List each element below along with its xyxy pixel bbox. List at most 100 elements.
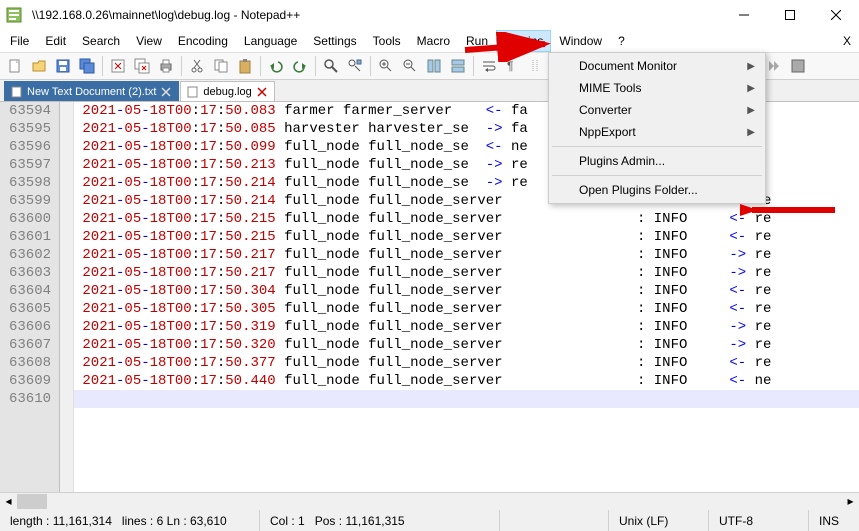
- save-all-icon[interactable]: [76, 55, 98, 77]
- log-line: [74, 390, 859, 408]
- status-ins[interactable]: INS: [809, 510, 859, 531]
- svg-text:¶: ¶: [507, 59, 513, 73]
- line-number: 63594: [0, 102, 51, 120]
- menu-view[interactable]: View: [128, 30, 170, 52]
- line-number: 63608: [0, 354, 51, 372]
- close-all-icon[interactable]: [131, 55, 153, 77]
- tab-close-icon[interactable]: [256, 86, 268, 98]
- replace-icon[interactable]: [344, 55, 366, 77]
- menu-mime-tools[interactable]: MIME Tools▶: [551, 77, 763, 99]
- play-multi-icon[interactable]: [763, 55, 785, 77]
- close-file-icon[interactable]: [107, 55, 129, 77]
- log-line: 2021-05-18T00:17:50.215 full_node full_n…: [74, 210, 859, 228]
- line-number: 63604: [0, 282, 51, 300]
- log-line: 2021-05-18T00:17:50.377 full_node full_n…: [74, 354, 859, 372]
- plugins-dropdown: Document Monitor▶MIME Tools▶Converter▶Np…: [548, 52, 766, 204]
- log-line: 2021-05-18T00:17:50.305 full_node full_n…: [74, 300, 859, 318]
- log-line: 2021-05-18T00:17:50.217 full_node full_n…: [74, 264, 859, 282]
- redo-icon[interactable]: [289, 55, 311, 77]
- menu-file[interactable]: File: [2, 30, 37, 52]
- line-number: 63603: [0, 264, 51, 282]
- save-icon[interactable]: [52, 55, 74, 77]
- tab-new-text-document-2-txt[interactable]: New Text Document (2).txt: [4, 81, 179, 101]
- status-eol[interactable]: Unix (LF): [609, 510, 709, 531]
- log-line: 2021-05-18T00:17:50.319 full_node full_n…: [74, 318, 859, 336]
- status-pos: Col : 1 Pos : 11,161,315: [260, 510, 500, 531]
- menu-search[interactable]: Search: [74, 30, 128, 52]
- menu-run[interactable]: Run: [458, 30, 496, 52]
- log-line: 2021-05-18T00:17:50.320 full_node full_n…: [74, 336, 859, 354]
- scroll-track[interactable]: [17, 493, 842, 510]
- zoom-out-icon[interactable]: [399, 55, 421, 77]
- log-line: 2021-05-18T00:17:50.440 full_node full_n…: [74, 372, 859, 390]
- menu-plugins[interactable]: Plugins: [496, 30, 551, 52]
- fold-margin: [60, 102, 74, 492]
- menubar: FileEditSearchViewEncodingLanguageSettin…: [0, 30, 859, 52]
- menu-window[interactable]: Window: [551, 30, 610, 52]
- scroll-left-button[interactable]: ◂: [0, 493, 17, 510]
- sync-v-icon[interactable]: [423, 55, 445, 77]
- titlebar: \\192.168.0.26\mainnet\log\debug.log - N…: [0, 0, 859, 30]
- minimize-button[interactable]: [721, 0, 767, 30]
- find-icon[interactable]: [320, 55, 342, 77]
- line-number: 63610: [0, 390, 51, 408]
- paste-icon[interactable]: [234, 55, 256, 77]
- tab-close-icon[interactable]: [160, 86, 172, 98]
- line-number: 63599: [0, 192, 51, 210]
- menu-encoding[interactable]: Encoding: [170, 30, 236, 52]
- menu-macro[interactable]: Macro: [409, 30, 458, 52]
- tab-label: debug.log: [203, 86, 251, 98]
- menu-plugins-admin[interactable]: Plugins Admin...: [551, 150, 763, 172]
- print-icon[interactable]: [155, 55, 177, 77]
- horizontal-scrollbar[interactable]: ◂ ▸: [0, 492, 859, 509]
- undo-icon[interactable]: [265, 55, 287, 77]
- scroll-thumb[interactable]: [17, 494, 47, 509]
- menu-nppexport[interactable]: NppExport▶: [551, 121, 763, 143]
- open-file-icon[interactable]: [28, 55, 50, 77]
- allchars-icon[interactable]: ¶: [502, 55, 524, 77]
- menu-document-monitor[interactable]: Document Monitor▶: [551, 55, 763, 77]
- status-length: length : 11,161,314 lines : 6 Ln : 63,61…: [0, 510, 260, 531]
- wordwrap-icon[interactable]: [478, 55, 500, 77]
- file-icon: [187, 86, 199, 98]
- line-number: 63605: [0, 300, 51, 318]
- maximize-button[interactable]: [767, 0, 813, 30]
- log-line: 2021-05-18T00:17:50.215 full_node full_n…: [74, 228, 859, 246]
- menu-help[interactable]: ?: [610, 30, 633, 52]
- status-encoding[interactable]: UTF-8: [709, 510, 809, 531]
- statusbar: length : 11,161,314 lines : 6 Ln : 63,61…: [0, 509, 859, 531]
- line-number: 63598: [0, 174, 51, 192]
- copy-icon[interactable]: [210, 55, 232, 77]
- line-number: 63600: [0, 210, 51, 228]
- title-text: \\192.168.0.26\mainnet\log\debug.log - N…: [28, 8, 721, 22]
- menu-settings[interactable]: Settings: [305, 30, 364, 52]
- menu-open-plugins-folder[interactable]: Open Plugins Folder...: [551, 179, 763, 201]
- line-number: 63609: [0, 372, 51, 390]
- close-button[interactable]: [813, 0, 859, 30]
- scroll-right-button[interactable]: ▸: [842, 493, 859, 510]
- line-number-gutter: 6359463595635966359763598635996360063601…: [0, 102, 60, 492]
- menu-tools[interactable]: Tools: [365, 30, 409, 52]
- menu-edit[interactable]: Edit: [37, 30, 74, 52]
- indent-guide-icon[interactable]: [526, 55, 548, 77]
- line-number: 63597: [0, 156, 51, 174]
- file-icon: [11, 86, 23, 98]
- tab-debug-log[interactable]: debug.log: [180, 81, 274, 101]
- app-icon: [6, 7, 22, 23]
- cut-icon[interactable]: [186, 55, 208, 77]
- save-macro-icon[interactable]: [787, 55, 809, 77]
- menu-converter[interactable]: Converter▶: [551, 99, 763, 121]
- zoom-in-icon[interactable]: [375, 55, 397, 77]
- new-file-icon[interactable]: [4, 55, 26, 77]
- log-line: 2021-05-18T00:17:50.217 full_node full_n…: [74, 246, 859, 264]
- menu-x[interactable]: X: [835, 30, 859, 52]
- line-number: 63601: [0, 228, 51, 246]
- line-number: 63595: [0, 120, 51, 138]
- line-number: 63596: [0, 138, 51, 156]
- line-number: 63607: [0, 336, 51, 354]
- sync-h-icon[interactable]: [447, 55, 469, 77]
- line-number: 63606: [0, 318, 51, 336]
- line-number: 63602: [0, 246, 51, 264]
- menu-language[interactable]: Language: [236, 30, 305, 52]
- tab-label: New Text Document (2).txt: [27, 86, 156, 98]
